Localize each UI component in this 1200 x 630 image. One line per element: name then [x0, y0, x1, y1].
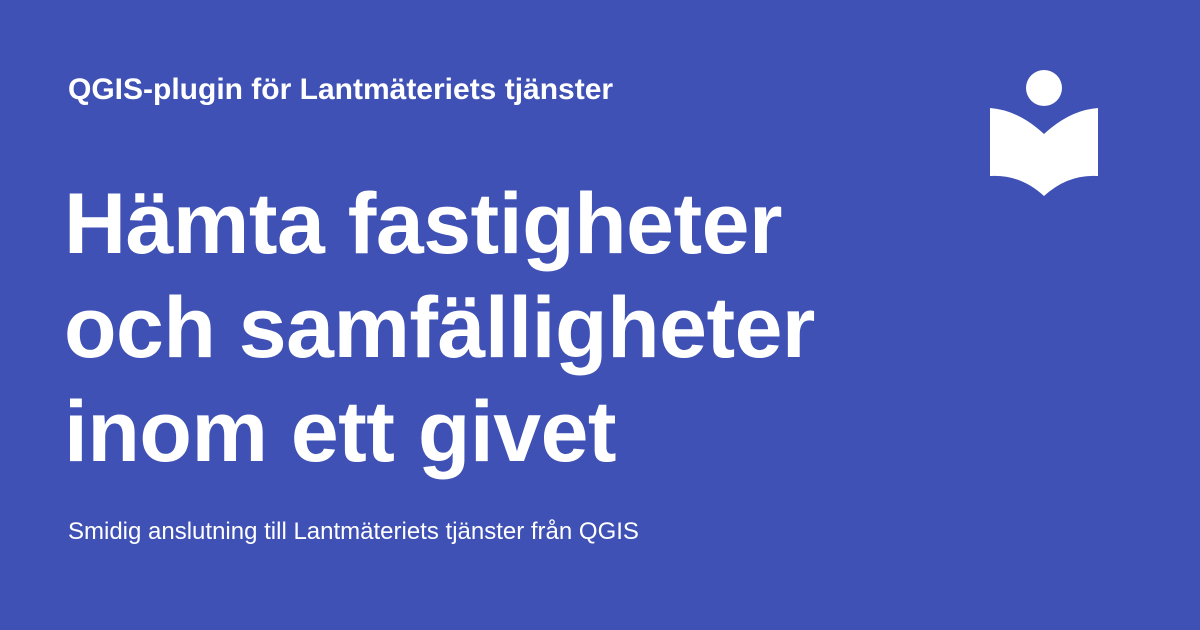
- title-line: och samfälligheter: [64, 280, 815, 376]
- kicker-text: QGIS-plugin för Lantmäteriets tjänster: [68, 73, 614, 106]
- title-line: inom ett givet: [64, 384, 617, 480]
- reader-book-icon: [990, 70, 1098, 196]
- social-card: QGIS-plugin för Lantmäteriets tjänster H…: [0, 0, 1200, 630]
- title-line: Hämta fastigheter: [64, 176, 782, 272]
- subtitle-text: Smidig anslutning till Lantmäteriets tjä…: [68, 518, 639, 545]
- page-title: Hämta fastigheter och samfälligheter ino…: [64, 172, 964, 484]
